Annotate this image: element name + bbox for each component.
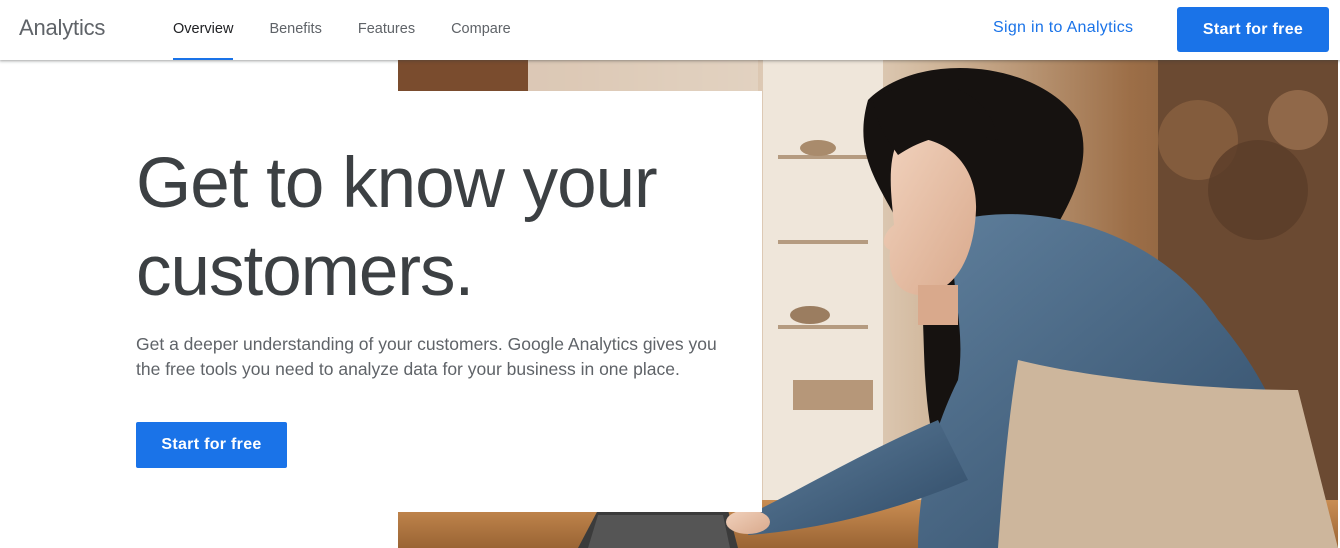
sign-in-link[interactable]: Sign in to Analytics xyxy=(993,19,1133,37)
brand-logo-text[interactable]: Analytics xyxy=(19,15,105,41)
main-nav: Overview Benefits Features Compare xyxy=(173,0,547,60)
start-for-free-hero-button[interactable]: Start for free xyxy=(136,422,287,468)
start-for-free-header-button[interactable]: Start for free xyxy=(1177,7,1329,52)
nav-item-overview[interactable]: Overview xyxy=(173,0,234,60)
top-header: Analytics Overview Benefits Features Com… xyxy=(0,0,1340,60)
nav-item-benefits[interactable]: Benefits xyxy=(269,0,321,60)
nav-item-features[interactable]: Features xyxy=(358,0,415,60)
hero-headline: Get to know your customers. xyxy=(136,144,658,311)
nav-item-compare[interactable]: Compare xyxy=(451,0,511,60)
hero-subtext: Get a deeper understanding of your custo… xyxy=(136,334,717,379)
